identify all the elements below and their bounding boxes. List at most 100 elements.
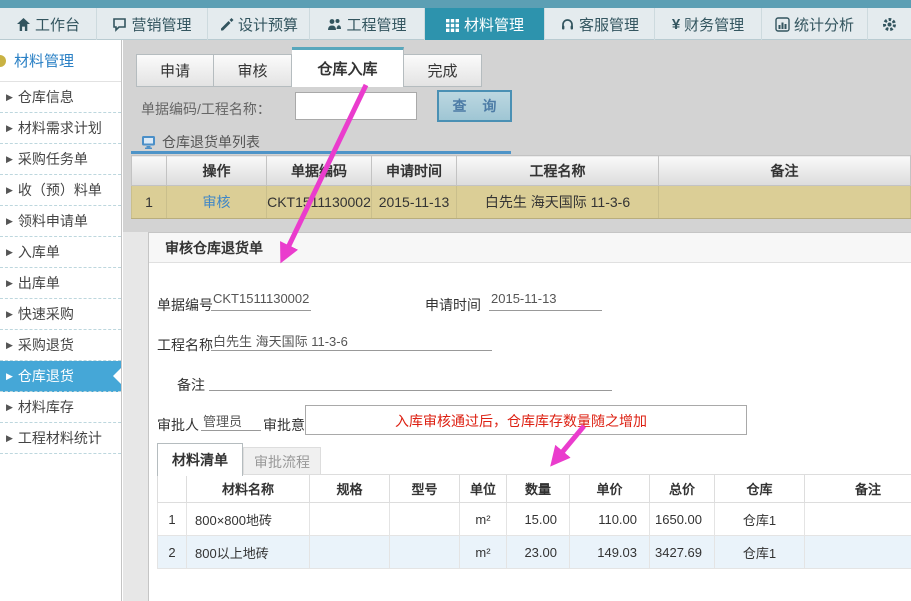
search-input[interactable] [295, 92, 417, 120]
sidebar-item-label: 出库单 [18, 273, 60, 293]
material-price: 149.03 [570, 536, 650, 569]
edit-icon [219, 17, 234, 32]
col-unit-price: 单价 [570, 475, 650, 503]
nav-label: 营销管理 [131, 14, 191, 35]
col-index [132, 156, 167, 186]
sidebar-item-outbound-order[interactable]: ▶出库单 [0, 268, 121, 299]
chat-icon [112, 17, 127, 32]
arrow-bullet-icon: ▶ [6, 154, 13, 165]
search-button[interactable]: 查 询 [437, 90, 512, 122]
material-remark [805, 503, 911, 536]
table-row[interactable]: 1 审核 CKT1511130002 2015-11-13 白先生 海天国际 1… [132, 186, 911, 219]
grid-icon [445, 17, 460, 32]
nav-item-marketing[interactable]: 营销管理 [97, 8, 208, 40]
nav-label: 客服管理 [579, 14, 639, 35]
remark-label: 备注 [177, 375, 205, 395]
arrow-bullet-icon: ▶ [6, 309, 13, 320]
nav-item-statistics[interactable]: 统计分析 [762, 8, 868, 40]
sidebar-item-purchase-task[interactable]: ▶采购任务单 [0, 144, 121, 175]
yen-icon: ¥ [672, 16, 680, 33]
sidebar-item-label: 快速采购 [18, 304, 74, 324]
workflow-tabs: 申请 审核 仓库入库 完成 [136, 45, 482, 87]
sidebar-item-purchase-return[interactable]: ▶采购退货 [0, 330, 121, 361]
nav-item-service[interactable]: 客服管理 [545, 8, 655, 40]
row-index: 2 [158, 536, 187, 569]
col-unit: 单位 [460, 475, 507, 503]
col-remark: 备注 [659, 156, 911, 186]
material-row[interactable]: 2 800以上地砖 m² 23.00 149.03 3427.69 仓库1 [158, 536, 911, 569]
material-qty: 23.00 [507, 536, 570, 569]
nav-item-settings[interactable] [868, 8, 911, 40]
material-total: 3427.69 [650, 536, 715, 569]
row-code: CKT1511130002 [267, 186, 372, 219]
tab-material-list[interactable]: 材料清单 [157, 443, 243, 476]
material-model [390, 536, 460, 569]
arrow-bullet-icon: ▶ [6, 216, 13, 227]
nav-item-workbench[interactable]: 工作台 [0, 8, 97, 40]
content-area: 申请 审核 仓库入库 完成 单据编码/工程名称： 查 询 仓库退货单列表 操作 … [123, 40, 911, 601]
sidebar-item-warehouse-return[interactable]: ▶仓库退货 [0, 361, 121, 392]
col-index [158, 475, 187, 503]
review-link[interactable]: 审核 [203, 194, 231, 210]
review-return-order-panel: 审核仓库退货单 单据编号 CKT1511130002 申请时间 2015-11-… [148, 232, 911, 601]
sidebar-item-quick-purchase[interactable]: ▶ 快速采购 [0, 299, 121, 330]
nav-label: 设计预算 [238, 14, 298, 35]
col-code: 单据编码 [267, 156, 372, 186]
nav-label: 财务管理 [684, 14, 744, 35]
col-quantity: 数量 [507, 475, 570, 503]
sidebar-title: 材料管理 [0, 40, 121, 82]
sidebar-item-label: 仓库信息 [18, 87, 74, 107]
tab-apply[interactable]: 申请 [136, 54, 214, 87]
nav-item-design-budget[interactable]: 设计预算 [208, 8, 310, 40]
sidebar-item-inbound-order[interactable]: ▶入库单 [0, 237, 121, 268]
col-operation: 操作 [167, 156, 267, 186]
order-code-label: 单据编号 [157, 295, 213, 315]
col-total-price: 总价 [650, 475, 715, 503]
tab-warehouse-inbound[interactable]: 仓库入库 [292, 47, 404, 87]
nav-item-project[interactable]: 工程管理 [310, 8, 425, 40]
detail-tabs: 材料清单 审批流程 [157, 441, 321, 475]
list-header-row: 操作 单据编码 申请时间 工程名称 备注 [132, 156, 911, 186]
remark-value [209, 371, 612, 391]
row-remark [659, 186, 911, 219]
app-window: 工作台 营销管理 设计预算 工程管理 材料管理 客服管理 ¥ 财务管理 统计分析 [0, 0, 911, 601]
module-icon [0, 55, 6, 67]
sidebar-item-receive-order[interactable]: ▶收（预）料单 [0, 175, 121, 206]
col-material-name: 材料名称 [187, 475, 310, 503]
nav-item-finance[interactable]: ¥ 财务管理 [655, 8, 762, 40]
sidebar-item-warehouse-info[interactable]: ▶ 仓库信息 [0, 82, 121, 113]
sidebar-title-label: 材料管理 [14, 50, 74, 71]
arrow-bullet-icon: ▶ [6, 92, 13, 103]
sidebar-item-material-stock[interactable]: ▶ 材料库存 [0, 392, 121, 423]
arrow-bullet-icon: ▶ [6, 402, 13, 413]
users-icon [327, 17, 342, 32]
material-remark [805, 536, 911, 569]
material-unit: m² [460, 503, 507, 536]
arrow-bullet-icon: ▶ [6, 247, 13, 258]
tab-complete[interactable]: 完成 [404, 54, 482, 87]
sidebar-item-label: 材料需求计划 [18, 118, 102, 138]
material-header-row: 材料名称 规格 型号 单位 数量 单价 总价 仓库 备注 [158, 475, 911, 503]
sidebar-item-label: 材料库存 [18, 397, 74, 417]
row-index: 1 [132, 186, 167, 219]
material-spec [310, 536, 390, 569]
sidebar-item-material-request[interactable]: ▶领料申请单 [0, 206, 121, 237]
material-row[interactable]: 1 800×800地砖 m² 15.00 110.00 1650.00 仓库1 [158, 503, 911, 536]
arrow-bullet-icon: ▶ [6, 340, 13, 351]
nav-label: 工程管理 [346, 14, 406, 35]
sidebar-item-label: 收（预）料单 [18, 180, 102, 200]
nav-item-material[interactable]: 材料管理 [425, 8, 545, 40]
approver-value: 管理员 [201, 411, 261, 431]
list-section-title: 仓库退货单列表 [162, 132, 260, 152]
material-name: 800以上地砖 [187, 536, 310, 569]
arrow-bullet-icon: ▶ [6, 433, 13, 444]
tab-approval-flow[interactable]: 审批流程 [243, 447, 321, 475]
top-navbar: 工作台 营销管理 设计预算 工程管理 材料管理 客服管理 ¥ 财务管理 统计分析 [0, 8, 911, 40]
order-code-value: CKT1511130002 [211, 291, 311, 311]
material-warehouse: 仓库1 [715, 503, 805, 536]
list-section-header: 仓库退货单列表 [141, 132, 260, 152]
sidebar-item-material-demand-plan[interactable]: ▶材料需求计划 [0, 113, 121, 144]
material-list-table: 材料名称 规格 型号 单位 数量 单价 总价 仓库 备注 1 800×800地砖 [157, 474, 911, 569]
sidebar-item-project-material-stats[interactable]: ▶工程材料统计 [0, 423, 121, 454]
tab-review[interactable]: 审核 [214, 54, 292, 87]
